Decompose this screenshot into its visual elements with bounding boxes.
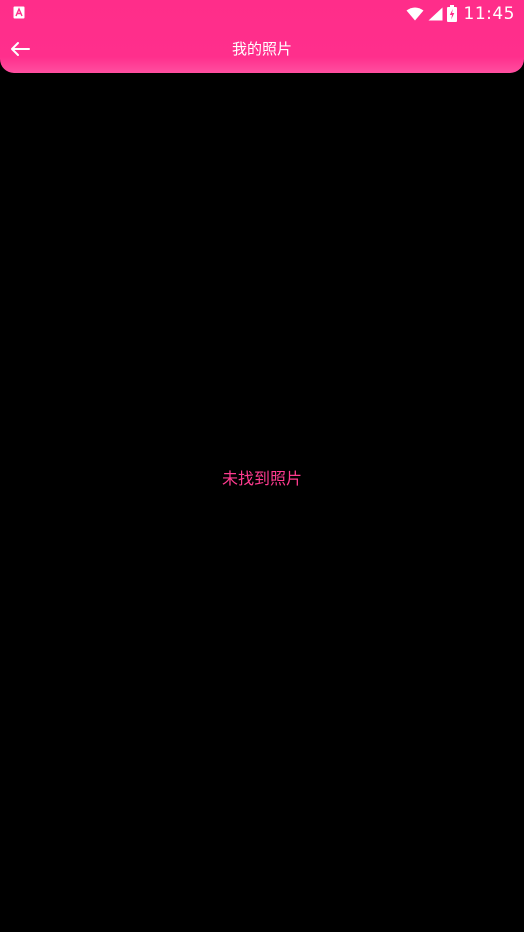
signal-icon — [428, 7, 442, 20]
app-bar: 11:45 我的照片 — [0, 0, 524, 73]
status-icons: 11:45 — [406, 3, 516, 24]
status-time: 11:45 — [463, 3, 515, 24]
empty-state-message: 未找到照片 — [221, 469, 302, 488]
app-notification-icon — [13, 6, 25, 19]
screen: 11:45 我的照片 未找到照片 — [0, 0, 524, 932]
battery-charging-icon — [446, 5, 457, 22]
status-bar: 11:45 — [0, 0, 524, 27]
toolbar: 我的照片 — [0, 27, 524, 73]
wifi-icon — [406, 7, 423, 20]
page-title: 我的照片 — [231, 40, 292, 58]
